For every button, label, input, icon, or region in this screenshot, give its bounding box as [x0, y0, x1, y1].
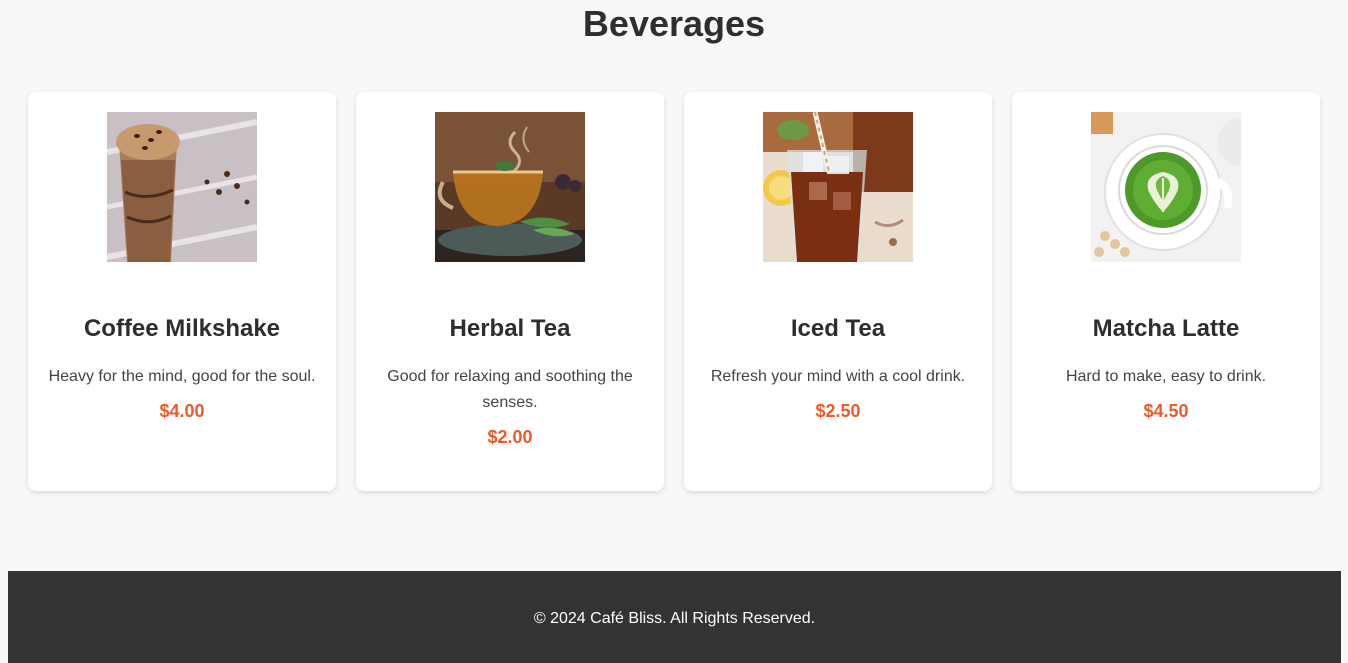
product-name: Iced Tea	[790, 315, 886, 342]
site-footer: © 2024 Café Bliss. All Rights Reserved.	[8, 571, 1341, 663]
product-name: Matcha Latte	[1092, 315, 1240, 342]
coffee-milkshake-image[interactable]	[107, 112, 257, 262]
footer-copyright: © 2024 Café Bliss. All Rights Reserved.	[533, 610, 816, 627]
product-description: Refresh your mind with a cool drink.	[710, 368, 966, 385]
product-name: Herbal Tea	[449, 315, 571, 342]
section-title: Beverages	[582, 3, 766, 44]
product-card-matcha-latte[interactable]: Matcha Latte Hard to make, easy to drink…	[1012, 92, 1320, 491]
product-description: Good for relaxing and soothing the sense…	[387, 368, 633, 411]
product-name: Coffee Milkshake	[83, 315, 281, 342]
product-price: $4.00	[159, 401, 205, 421]
product-price: $4.50	[1143, 401, 1189, 421]
product-card-herbal-tea[interactable]: Herbal Tea Good for relaxing and soothin…	[356, 92, 664, 491]
herbal-tea-image[interactable]	[435, 112, 585, 262]
iced-tea-image[interactable]	[763, 112, 913, 262]
beverage-cards: Coffee Milkshake Heavy for the mind, goo…	[28, 92, 1320, 491]
product-price: $2.50	[815, 401, 861, 421]
matcha-latte-image[interactable]	[1091, 112, 1241, 262]
product-description: Hard to make, easy to drink.	[1065, 368, 1267, 385]
product-card-coffee-milkshake[interactable]: Coffee Milkshake Heavy for the mind, goo…	[28, 92, 336, 491]
product-price: $2.00	[487, 427, 533, 447]
product-description: Heavy for the mind, good for the soul.	[48, 368, 316, 385]
product-card-iced-tea[interactable]: Iced Tea Refresh your mind with a cool d…	[684, 92, 992, 491]
